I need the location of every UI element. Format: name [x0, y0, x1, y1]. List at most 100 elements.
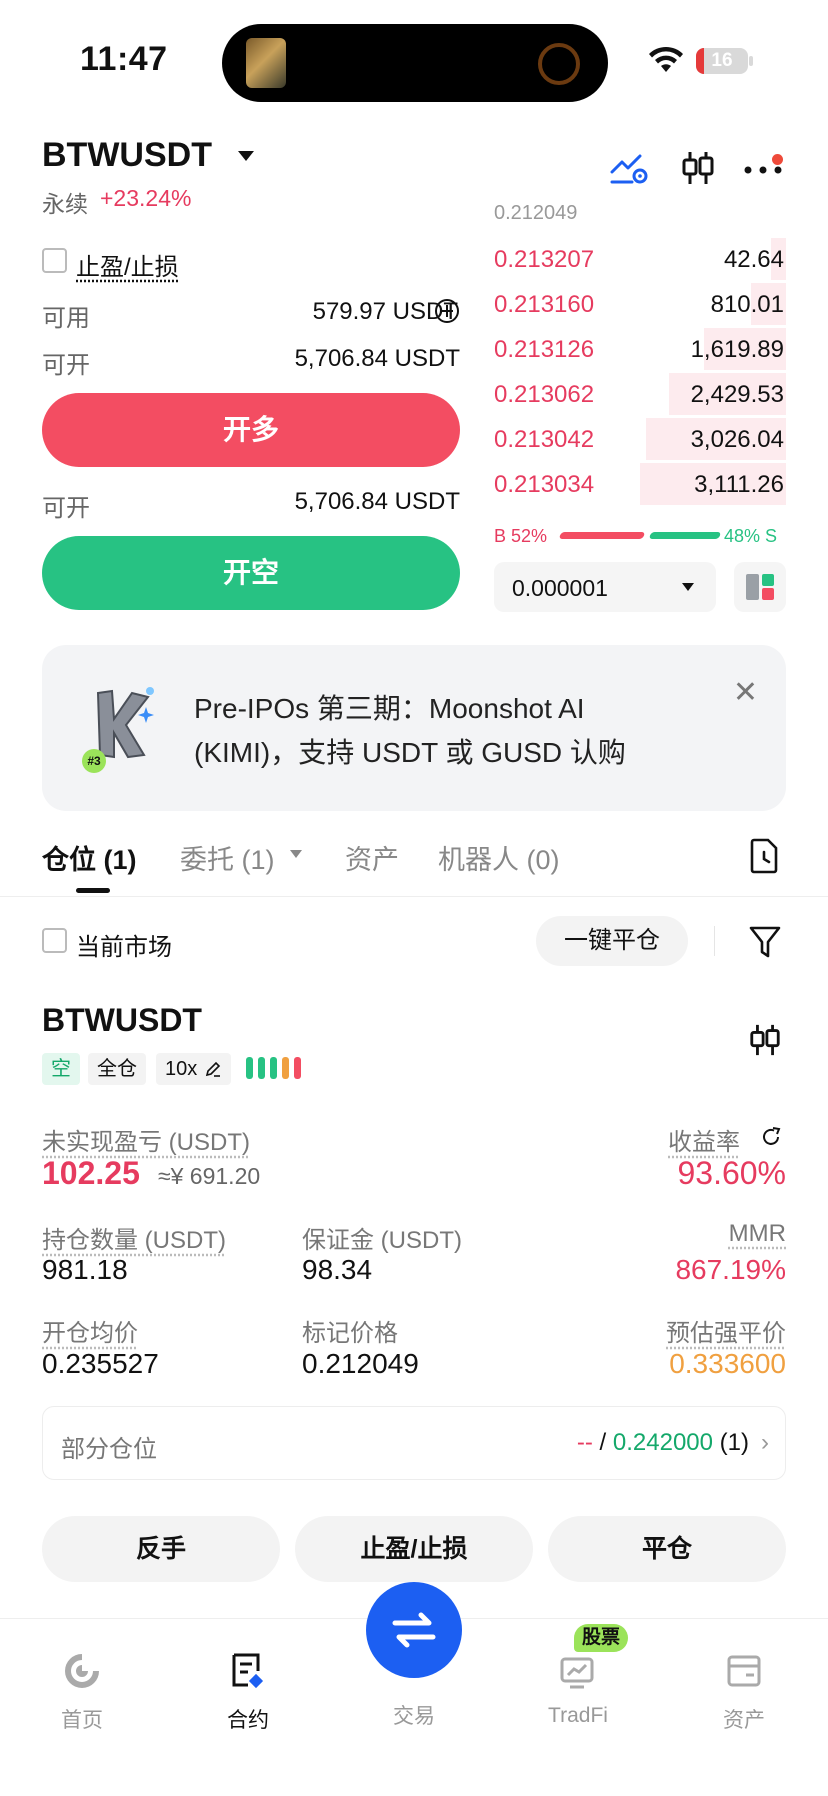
add-funds-icon[interactable] [434, 298, 460, 324]
risk-bar [294, 1057, 301, 1079]
tab-bots[interactable]: 机器人 (0) [438, 838, 560, 877]
nav-futures[interactable]: 合约 [198, 1646, 298, 1734]
nav-trade-button[interactable] [366, 1582, 462, 1678]
partial-position-label: 部分仓位 [61, 1436, 157, 1463]
pair-selector[interactable]: BTWUSDT [42, 136, 212, 175]
partial-separator: / [592, 1429, 613, 1456]
orderbook-ask-row[interactable]: 0.213042 3,026.04 [494, 418, 786, 460]
position-symbol[interactable]: BTWUSDT [42, 1002, 202, 1039]
precision-select[interactable]: 0.000001 [494, 562, 716, 612]
current-market-label[interactable]: 当前市场 [76, 927, 172, 962]
precision-value: 0.000001 [512, 575, 608, 601]
history-icon[interactable] [748, 838, 780, 874]
roe-value: 93.60% [677, 1155, 786, 1191]
openable-long-label: 可开 [42, 352, 90, 379]
open-long-button[interactable]: 开多 [42, 393, 460, 467]
battery-indicator: 16 [696, 48, 748, 74]
upnl-label[interactable]: 未实现盈亏 (USDT) [42, 1122, 250, 1157]
open-short-button[interactable]: 开空 [42, 536, 460, 610]
mark-price-value: 0.212049 [302, 1348, 419, 1379]
candlestick-icon[interactable] [680, 150, 716, 186]
partial-sl-price: 0.242000 [612, 1429, 713, 1456]
edit-icon[interactable] [204, 1060, 222, 1078]
mark-price-label: 标记价格 [302, 1320, 398, 1347]
mmr-label[interactable]: MMR [729, 1220, 786, 1248]
battery-cap [749, 56, 753, 66]
nav-tradfi[interactable]: TradFi [528, 1646, 628, 1728]
orderbook-partial-price: 0.212049 [494, 202, 578, 220]
ask-price: 0.213207 [494, 246, 595, 273]
close-icon[interactable]: ✕ [733, 675, 758, 710]
ask-quantity: 3,111.26 [694, 471, 784, 498]
mmr-value: 867.19% [675, 1254, 786, 1285]
entry-price-value: 0.235527 [42, 1348, 159, 1379]
nav-futures-label: 合约 [227, 1709, 269, 1732]
openable-short-value: 5,706.84 USDT [294, 488, 460, 515]
battery-level: 16 [711, 50, 733, 71]
tpsl-label[interactable]: 止盈/止损 [76, 247, 179, 282]
more-icon[interactable] [744, 166, 782, 174]
active-tab-indicator [76, 888, 110, 893]
strategy-icon[interactable] [610, 150, 650, 186]
reverse-button[interactable]: 反手 [42, 1516, 280, 1582]
risk-bar [270, 1057, 277, 1079]
sell-ratio-bar [648, 532, 722, 539]
leverage-value: 10x [165, 1058, 198, 1080]
tab-assets[interactable]: 资产 [345, 838, 399, 877]
side-tag: 空 [42, 1053, 80, 1085]
home-icon [65, 1654, 99, 1688]
nav-home[interactable]: 首页 [32, 1646, 132, 1734]
tab-orders[interactable]: 委托 (1) [180, 838, 275, 877]
tpsl-checkbox[interactable] [42, 248, 67, 273]
stock-badge: 股票 [574, 1624, 629, 1652]
orderbook-ask-row[interactable]: 0.213126 1,619.89 [494, 328, 786, 370]
close-all-button[interactable]: 一键平仓 [536, 916, 688, 966]
status-time: 11:47 [80, 40, 168, 78]
ask-quantity: 1,619.89 [690, 336, 784, 363]
liq-price-label[interactable]: 预估强平价 [666, 1313, 786, 1348]
orderbook-ask-row[interactable]: 0.213207 42.64 [494, 238, 786, 280]
size-label[interactable]: 持仓数量 (USDT) [42, 1220, 226, 1255]
buy-ratio: B 52% [494, 526, 548, 546]
ask-price: 0.213062 [494, 381, 595, 408]
current-market-checkbox[interactable] [42, 928, 67, 953]
orderbook-ask-row[interactable]: 0.213062 2,429.53 [494, 373, 786, 415]
partial-count: (1) [713, 1429, 749, 1456]
tpsl-button[interactable]: 止盈/止损 [295, 1516, 533, 1582]
tab-orders-chevron-icon[interactable] [290, 850, 302, 858]
orderbook-ask-row[interactable]: 0.213160 810.01 [494, 283, 786, 325]
ask-price: 0.213042 [494, 426, 595, 453]
partial-position-row[interactable]: 部分仓位 -- / 0.242000 (1) › [42, 1406, 786, 1480]
entry-price-label[interactable]: 开仓均价 [42, 1313, 138, 1348]
openable-long-value: 5,706.84 USDT [294, 345, 460, 372]
nav-assets[interactable]: 资产 [694, 1646, 794, 1734]
tab-positions[interactable]: 仓位 (1) [42, 838, 137, 877]
caret-down-icon[interactable] [238, 151, 254, 161]
sell-ratio: 48% S [724, 526, 778, 546]
roe-label[interactable]: 收益率 [668, 1122, 740, 1157]
wallet-icon [727, 1655, 761, 1687]
promo-badge: #3 [82, 749, 106, 773]
promo-banner[interactable]: #3 Pre-IPOs 第三期：Moonshot AI (KIMI)，支持 US… [42, 645, 786, 811]
futures-icon [232, 1653, 264, 1689]
ask-quantity: 2,429.53 [690, 381, 784, 408]
live-activity-thumbnail [246, 38, 286, 88]
orderbook-ask-row[interactable]: 0.213034 3,111.26 [494, 463, 786, 505]
banner-line-2: (KIMI)，支持 USDT 或 GUSD 认购 [194, 737, 626, 768]
filter-icon[interactable] [748, 924, 782, 960]
filter-separator [714, 926, 715, 956]
margin-mode-tag: 全仓 [88, 1053, 146, 1085]
position-chart-icon[interactable] [748, 1022, 782, 1058]
size-value: 981.18 [42, 1254, 128, 1285]
tradfi-icon [560, 1657, 594, 1689]
liq-price-value: 0.333600 [669, 1348, 786, 1379]
banner-line-1: Pre-IPOs 第三期：Moonshot AI [194, 693, 585, 724]
ask-price: 0.213126 [494, 336, 595, 363]
orderbook-layout-button[interactable] [734, 562, 786, 612]
upnl-value: 102.25 [42, 1155, 140, 1191]
close-position-button[interactable]: 平仓 [548, 1516, 786, 1582]
share-icon[interactable] [760, 1126, 782, 1148]
chevron-down-icon [682, 583, 694, 591]
price-change: +23.24% [100, 185, 192, 211]
risk-bar [258, 1057, 265, 1079]
